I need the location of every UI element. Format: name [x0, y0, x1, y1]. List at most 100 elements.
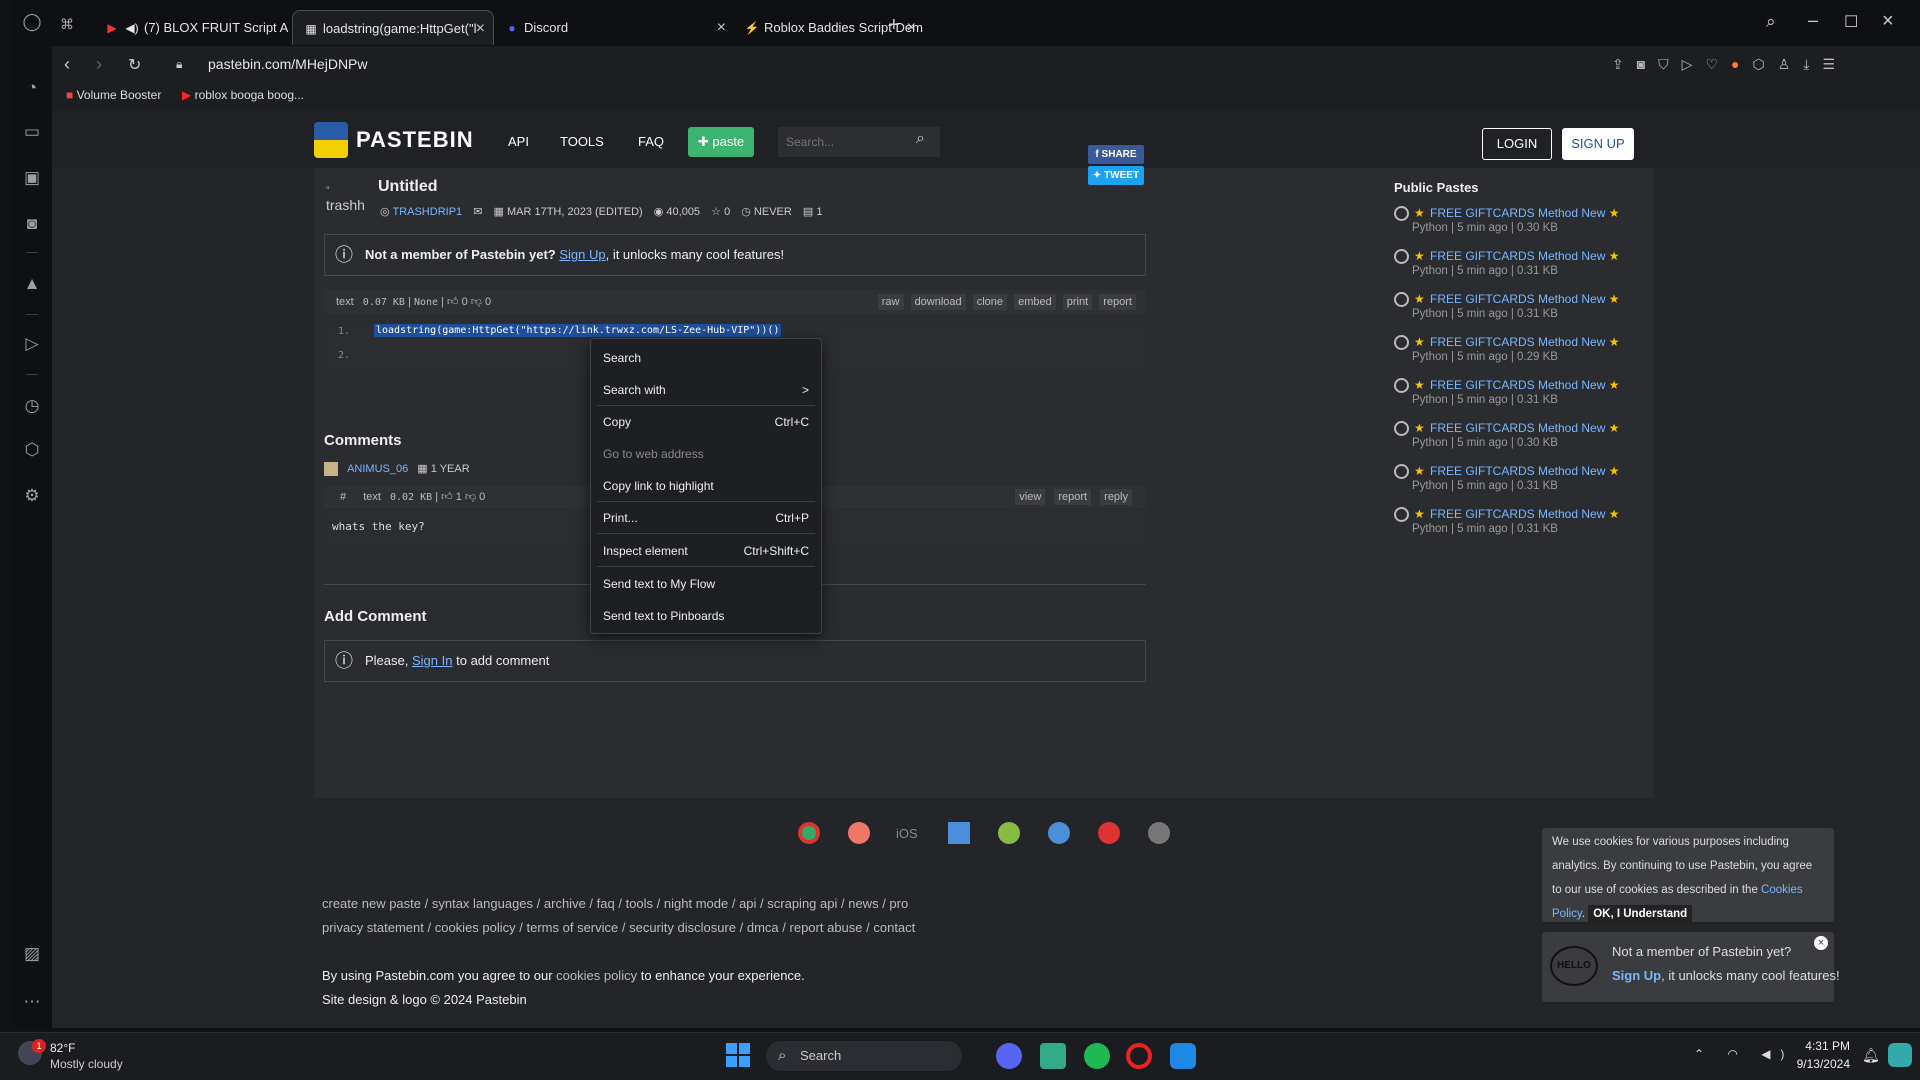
- history-icon[interactable]: ◷: [22, 396, 42, 416]
- footer-link[interactable]: report abuse: [790, 920, 863, 935]
- ctx-print[interactable]: Print... Ctrl+P: [603, 511, 809, 525]
- download-button[interactable]: download: [910, 294, 966, 310]
- public-paste-item[interactable]: ★ FREE GIFTCARDS Method New ★ Python | 5 m…: [1394, 206, 1654, 234]
- footer-link[interactable]: syntax languages: [432, 896, 533, 911]
- bookmark-volume-booster[interactable]: ■ Volume Booster: [66, 88, 161, 102]
- x-icon[interactable]: [1048, 822, 1070, 844]
- close-tab-icon[interactable]: ×: [907, 10, 916, 45]
- site-search-box[interactable]: ⌕: [778, 127, 940, 157]
- public-paste-item[interactable]: ★ FREE GIFTCARDS Method New ★ Python | 5 m…: [1394, 464, 1654, 492]
- lock-icon[interactable]: 🔒︎: [176, 57, 182, 72]
- footer-link[interactable]: security disclosure: [629, 920, 736, 935]
- weather-temp[interactable]: 82°F: [50, 1041, 75, 1055]
- footer-link[interactable]: pro: [889, 896, 908, 911]
- spotify-taskbar-icon[interactable]: [1084, 1043, 1110, 1069]
- discord-taskbar-icon[interactable]: [996, 1043, 1022, 1069]
- gallery-icon[interactable]: ▨: [22, 944, 42, 964]
- footer-link[interactable]: faq: [597, 896, 615, 911]
- paste-link[interactable]: FREE GIFTCARDS Method New: [1430, 249, 1605, 263]
- minimize-button[interactable]: –: [1808, 10, 1818, 31]
- comment-anchor[interactable]: #: [340, 491, 346, 503]
- forward-icon[interactable]: ›: [96, 54, 102, 75]
- share-button[interactable]: f SHARE: [1088, 145, 1144, 164]
- comment-report-button[interactable]: report: [1054, 489, 1092, 505]
- search-tabs-icon[interactable]: ⌕: [1766, 12, 1776, 32]
- comment-reply-button[interactable]: reply: [1100, 489, 1132, 505]
- nav-api[interactable]: API: [508, 134, 529, 149]
- tab-discord[interactable]: ● Discord ×: [494, 10, 734, 45]
- footer-link[interactable]: privacy statement: [322, 920, 424, 935]
- footer-link[interactable]: cookies policy: [435, 920, 516, 935]
- app-taskbar-icon[interactable]: [1170, 1043, 1196, 1069]
- opera-taskbar-icon[interactable]: [1126, 1043, 1152, 1069]
- firefox-icon[interactable]: [848, 822, 870, 844]
- paste-link[interactable]: FREE GIFTCARDS Method New: [1430, 507, 1605, 521]
- ctx-inspect[interactable]: Inspect element Ctrl+Shift+C: [603, 544, 809, 558]
- footer-link[interactable]: archive: [544, 896, 586, 911]
- footer-link[interactable]: api: [739, 896, 756, 911]
- vpn-taskbar-icon[interactable]: [1040, 1043, 1066, 1069]
- ios-label[interactable]: iOS: [896, 826, 918, 841]
- search-icon[interactable]: ⌕: [916, 130, 925, 148]
- commenter-avatar[interactable]: [324, 462, 338, 477]
- footer-link[interactable]: contact: [873, 920, 915, 935]
- thumb-up-icon[interactable]: 👍︎: [441, 491, 453, 503]
- mail-icon[interactable]: ✉: [473, 206, 482, 218]
- embed-button[interactable]: embed: [1014, 294, 1056, 310]
- ctx-copy[interactable]: Copy Ctrl+C: [603, 415, 809, 429]
- extensions-icon[interactable]: ⬡: [22, 440, 42, 460]
- clone-button[interactable]: clone: [972, 294, 1008, 310]
- clock-time[interactable]: 4:31 PM: [1770, 1039, 1850, 1053]
- paste-link[interactable]: FREE GIFTCARDS Method New: [1430, 292, 1605, 306]
- toolbar-icons[interactable]: ⇪◙⛉▷♡●⬡♙⤓☰: [1612, 56, 1848, 73]
- pastebin-logo-icon[interactable]: [314, 122, 348, 158]
- copilot-icon[interactable]: [1888, 1043, 1912, 1067]
- ctx-search[interactable]: Search: [603, 351, 809, 365]
- tweet-button[interactable]: ✦ TWEET: [1088, 166, 1144, 185]
- nav-tools[interactable]: TOOLS: [560, 134, 604, 149]
- thumb-down-icon[interactable]: 👎︎: [465, 491, 476, 503]
- thumb-up-icon[interactable]: 👍︎: [447, 296, 459, 308]
- ctx-send-pinboards[interactable]: Send text to Pinboards: [603, 609, 809, 623]
- paste-link[interactable]: FREE GIFTCARDS Method New: [1430, 421, 1605, 435]
- report-button[interactable]: report: [1099, 294, 1136, 310]
- url-field[interactable]: pastebin.com/MHejDNPw: [208, 56, 368, 72]
- windows-icon[interactable]: [948, 822, 970, 844]
- paste-link[interactable]: FREE GIFTCARDS Method New: [1430, 206, 1605, 220]
- footer-link[interactable]: tools: [626, 896, 653, 911]
- close-icon[interactable]: ×: [1814, 936, 1828, 950]
- popup-signup-link[interactable]: Sign Up: [1612, 968, 1661, 983]
- nav-faq[interactable]: FAQ: [638, 134, 664, 149]
- cookie-accept-button[interactable]: OK, I Understand: [1588, 905, 1693, 923]
- footer-link[interactable]: news: [848, 896, 878, 911]
- footer-link[interactable]: create new paste: [322, 896, 421, 911]
- new-tab-button[interactable]: +: [888, 14, 900, 37]
- comment-view-button[interactable]: view: [1015, 489, 1046, 505]
- paste-link[interactable]: FREE GIFTCARDS Method New: [1430, 464, 1605, 478]
- ctx-search-with[interactable]: Search with >: [603, 383, 809, 397]
- bag-icon[interactable]: ▭: [22, 122, 42, 142]
- public-paste-item[interactable]: ★ FREE GIFTCARDS Method New ★ Python | 5 m…: [1394, 378, 1654, 406]
- new-paste-button[interactable]: ✚ paste: [688, 127, 754, 157]
- thumb-down-icon[interactable]: 👎︎: [471, 296, 482, 308]
- instagram-icon[interactable]: ◙: [22, 214, 42, 234]
- sign-in-link[interactable]: Sign In: [412, 653, 452, 668]
- public-paste-item[interactable]: ★ FREE GIFTCARDS Method New ★ Python | 5 m…: [1394, 507, 1654, 535]
- opera-logo-icon[interactable]: ◯: [22, 12, 42, 32]
- print-button[interactable]: print: [1062, 294, 1093, 310]
- close-window-button[interactable]: ×: [1882, 10, 1894, 33]
- avatar[interactable]: ▫ trashh: [326, 178, 366, 218]
- comment-format[interactable]: text: [363, 491, 381, 503]
- login-button[interactable]: LOGIN: [1482, 128, 1552, 160]
- footer-link[interactable]: scraping api: [767, 896, 837, 911]
- aria-icon[interactable]: ▲: [22, 274, 42, 294]
- notifications-icon[interactable]: 🔔︎: [1862, 1047, 1880, 1064]
- ubuntu-icon[interactable]: [1148, 822, 1170, 844]
- format-link[interactable]: text: [336, 296, 354, 308]
- gamepad-icon[interactable]: ⌘: [60, 16, 74, 33]
- footer-link[interactable]: night mode: [664, 896, 728, 911]
- site-search-input[interactable]: [778, 127, 908, 157]
- close-tab-icon[interactable]: ×: [717, 10, 726, 45]
- reload-icon[interactable]: ↻: [128, 55, 141, 75]
- maximize-button[interactable]: ☐: [1844, 12, 1858, 32]
